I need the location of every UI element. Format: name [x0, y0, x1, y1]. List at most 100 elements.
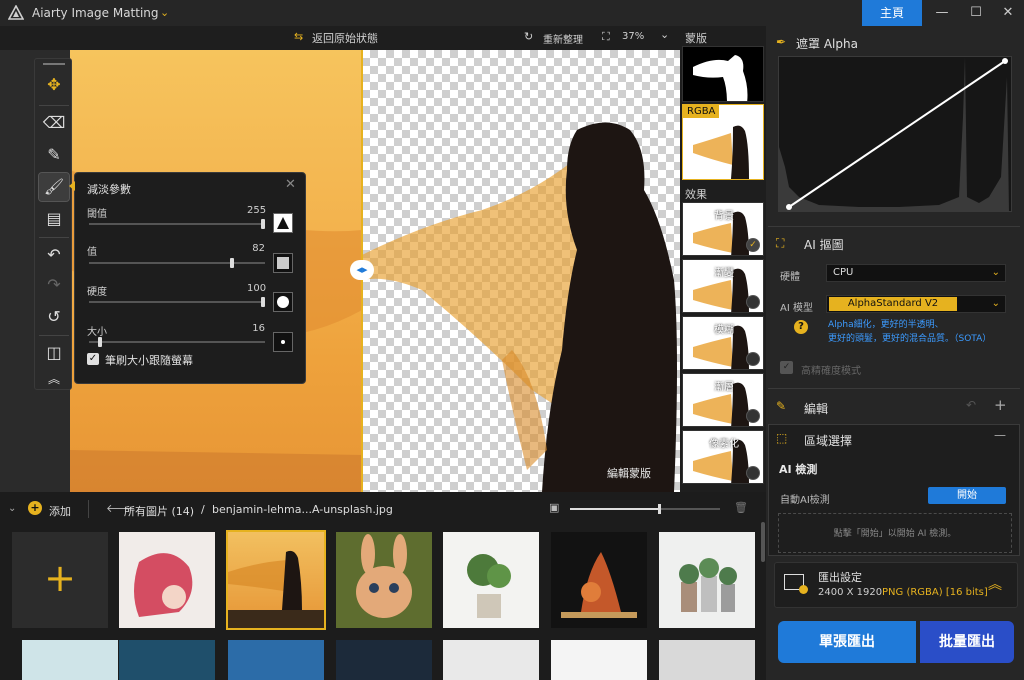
popup-close-icon[interactable]: ✕: [285, 177, 296, 192]
swap-icon[interactable]: ⇆: [294, 30, 303, 43]
effect-unselected-icon[interactable]: [746, 466, 760, 480]
threshold-swatch[interactable]: [273, 213, 293, 233]
thumbnail-size-slider[interactable]: [570, 504, 720, 514]
undo-edit-icon[interactable]: ↶: [966, 398, 976, 412]
reset-icon[interactable]: ↺: [39, 303, 69, 331]
high-precision-checkbox[interactable]: ✓: [780, 361, 793, 374]
zoom-icon[interactable]: ⛶: [602, 30, 610, 44]
toolbar-divider: [88, 500, 89, 518]
collapse-icon[interactable]: ︽: [39, 365, 69, 393]
alpha-curve-graph[interactable]: [778, 56, 1012, 212]
mask-thumbnail[interactable]: [682, 46, 764, 102]
add-image-icon[interactable]: +: [28, 501, 42, 515]
hardness-swatch[interactable]: [273, 292, 293, 312]
app-logo-icon: [7, 4, 25, 21]
gallery-thumbnail[interactable]: [336, 532, 432, 628]
slider-thumb[interactable]: [261, 219, 265, 229]
move-tool-icon[interactable]: ✥: [39, 71, 69, 99]
effect-background-thumbnail[interactable]: 背景 ✓: [682, 202, 764, 256]
gallery-thumbnail[interactable]: [551, 640, 647, 680]
refresh-button[interactable]: 重新整理: [543, 31, 583, 46]
home-button[interactable]: 主頁: [862, 0, 922, 26]
add-image-tile[interactable]: +: [12, 532, 108, 628]
effect-unselected-icon[interactable]: [746, 295, 760, 309]
gallery-thumbnail[interactable]: [22, 640, 118, 680]
hardware-value: CPU: [833, 267, 854, 278]
section-divider: [768, 388, 1020, 389]
value-slider[interactable]: [89, 258, 265, 268]
gallery-thumbnail[interactable]: [659, 640, 755, 680]
eraser-tool-icon[interactable]: ⌫: [39, 109, 69, 137]
mask-section-label: 蒙版: [685, 32, 707, 45]
gallery-thumbnail[interactable]: [336, 640, 432, 680]
undo-icon[interactable]: ↶: [39, 241, 69, 269]
collapse-gallery-icon[interactable]: ⌄: [8, 503, 16, 514]
popup-pointer: [69, 181, 75, 191]
gallery-thumbnail[interactable]: [443, 640, 539, 680]
hardness-slider[interactable]: [89, 297, 265, 307]
expand-up-icon[interactable]: ︽: [988, 574, 1002, 594]
slider-thumb[interactable]: [658, 504, 661, 514]
size-swatch[interactable]: [273, 332, 293, 352]
thumbnail-size-icon: ▣: [549, 501, 560, 514]
slider-thumb[interactable]: [97, 337, 102, 347]
matted-image: [362, 50, 680, 492]
compare-handle[interactable]: ◂▸: [350, 260, 374, 280]
help-icon[interactable]: ?: [794, 320, 808, 334]
dodge-brush-tool-icon[interactable]: 🖌: [38, 172, 70, 202]
effect-pixelate-thumbnail[interactable]: 像素化: [682, 430, 764, 484]
single-export-button[interactable]: 單張匯出: [778, 621, 916, 663]
redo-icon[interactable]: ↷: [39, 271, 69, 299]
all-images-breadcrumb[interactable]: 所有圖片 (14): [124, 503, 194, 519]
brush-follow-screen-label: 筆刷大小跟隨螢幕: [105, 354, 193, 367]
start-detect-button[interactable]: 開始: [928, 487, 1006, 504]
effect-gradient-thumbnail[interactable]: 漸變: [682, 259, 764, 313]
effect-selected-icon[interactable]: ✓: [746, 238, 760, 252]
chevron-down-icon: ⌄: [991, 267, 1000, 278]
brush-follow-screen-checkbox[interactable]: ✓: [87, 353, 99, 365]
gallery-scrollbar[interactable]: [761, 522, 765, 562]
gallery-thumbnail[interactable]: [551, 532, 647, 628]
drag-handle[interactable]: [43, 63, 65, 65]
gallery-thumbnail[interactable]: [119, 532, 215, 628]
chevron-down-icon[interactable]: ⌄: [160, 6, 169, 19]
gallery-thumbnail-selected[interactable]: [226, 530, 326, 630]
gallery-thumbnail[interactable]: [659, 532, 755, 628]
collapse-region-icon[interactable]: —: [994, 428, 1006, 442]
fit-view-icon[interactable]: ◫: [39, 339, 69, 367]
model-select[interactable]: AlphaStandard V2 ⌄: [826, 295, 1006, 313]
restore-original-button[interactable]: 返回原始狀態: [312, 30, 378, 46]
brush-tool-icon[interactable]: ✎: [39, 141, 69, 169]
popup-title: 減淡參數: [87, 183, 131, 196]
slider-thumb[interactable]: [230, 258, 235, 268]
maximize-icon[interactable]: ☐: [964, 3, 988, 23]
hardware-select[interactable]: CPU ⌄: [826, 264, 1006, 282]
tool-divider: [39, 105, 69, 106]
fill-tool-icon[interactable]: ▤: [39, 205, 69, 233]
minimize-icon[interactable]: —: [930, 3, 954, 23]
value-swatch[interactable]: [273, 253, 293, 273]
add-image-button[interactable]: 添加: [49, 503, 71, 519]
size-slider[interactable]: [89, 337, 265, 347]
close-icon[interactable]: ✕: [996, 3, 1020, 23]
eyedropper-icon[interactable]: ✒: [776, 35, 786, 49]
gallery-thumbnail[interactable]: [228, 640, 324, 680]
threshold-slider[interactable]: [89, 219, 265, 229]
gallery-thumbnail[interactable]: [443, 532, 539, 628]
effect-unselected-icon[interactable]: [746, 352, 760, 366]
zoom-chevron-icon[interactable]: ⌄: [660, 28, 669, 41]
rgba-thumbnail[interactable]: RGBA: [682, 104, 764, 180]
edit-mask-label[interactable]: 編輯蒙版: [607, 465, 651, 481]
effect-shade-thumbnail[interactable]: 漸層: [682, 373, 764, 427]
effects-section-label: 效果: [685, 188, 707, 201]
add-edit-icon[interactable]: +: [994, 396, 1007, 414]
effect-blur-thumbnail[interactable]: 模糊: [682, 316, 764, 370]
zoom-level[interactable]: 37%: [622, 31, 644, 42]
export-settings[interactable]: [774, 562, 1018, 608]
slider-thumb[interactable]: [261, 297, 265, 307]
refresh-icon[interactable]: ↻: [524, 30, 533, 43]
trash-icon[interactable]: 🗑: [734, 501, 748, 514]
gallery-thumbnail[interactable]: [119, 640, 215, 680]
effect-unselected-icon[interactable]: [746, 409, 760, 423]
batch-export-button[interactable]: 批量匯出: [920, 621, 1014, 663]
